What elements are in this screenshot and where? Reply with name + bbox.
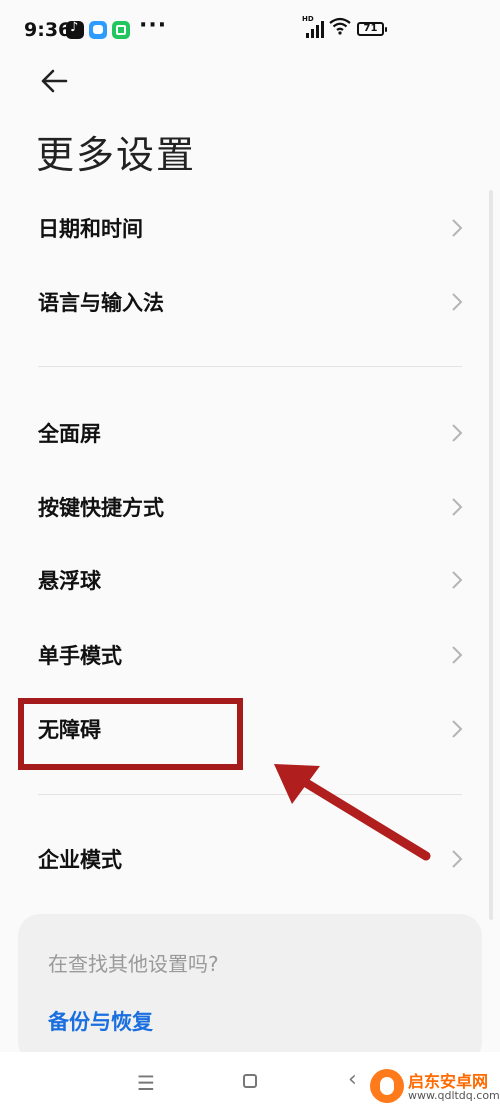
watermark-url: www.qdltdq.com: [408, 1089, 500, 1102]
chevron-right-icon: [452, 646, 463, 664]
chevron-right-icon: [452, 424, 463, 442]
home-icon[interactable]: [243, 1074, 257, 1088]
search-suggestion-card: 在查找其他设置吗? 备份与恢复: [18, 914, 482, 1064]
chevron-right-icon: [452, 293, 463, 311]
setting-item-floating-ball[interactable]: 悬浮球: [0, 547, 500, 615]
setting-item-label: 全面屏: [38, 422, 101, 446]
setting-item-label: 企业模式: [38, 848, 122, 872]
chevron-right-icon: [452, 850, 463, 868]
chevron-right-icon: [452, 571, 463, 589]
red-arrow-icon: [274, 764, 431, 861]
chevron-right-icon: [452, 720, 463, 738]
chevron-right-icon: [452, 219, 463, 237]
setting-item-label: 悬浮球: [38, 569, 101, 593]
status-bar: 9:36 ··· HD 71: [0, 0, 500, 60]
card-question: 在查找其他设置吗?: [48, 952, 219, 976]
setting-item-label: 语言与输入法: [38, 291, 164, 315]
battery-icon: 71: [357, 22, 387, 36]
watermark-logo-icon: [370, 1069, 404, 1103]
section-divider: [38, 366, 462, 367]
tiktok-notification-icon: [66, 20, 84, 39]
arrow-left-icon[interactable]: [36, 62, 74, 100]
chevron-right-icon: [452, 498, 463, 516]
wifi-icon: [329, 17, 351, 35]
setting-item-label: 按键快捷方式: [38, 496, 164, 520]
back-icon[interactable]: ‹: [348, 1067, 357, 1092]
status-time: 9:36: [24, 19, 72, 41]
setting-item-label: 日期和时间: [38, 217, 143, 241]
backup-restore-link[interactable]: 备份与恢复: [48, 1006, 153, 1036]
setting-item-label: 单手模式: [38, 644, 122, 668]
message-notification-icon: [89, 21, 107, 39]
setting-item-language-input[interactable]: 语言与输入法: [0, 269, 500, 337]
menu-icon[interactable]: ☰: [137, 1071, 155, 1095]
highlight-box: [18, 698, 243, 770]
signal-icon: [302, 18, 326, 38]
setting-item-full-screen[interactable]: 全面屏: [0, 400, 500, 468]
setting-item-button-shortcuts[interactable]: 按键快捷方式: [0, 474, 500, 542]
watermark: 启东安卓网 www.qdltdq.com: [370, 1065, 500, 1111]
setting-item-one-hand-mode[interactable]: 单手模式: [0, 622, 500, 690]
page-title: 更多设置: [36, 133, 197, 177]
setting-item-date-time[interactable]: 日期和时间: [0, 195, 500, 263]
shop-notification-icon: [112, 21, 130, 39]
more-notifications-icon: ···: [139, 13, 168, 38]
